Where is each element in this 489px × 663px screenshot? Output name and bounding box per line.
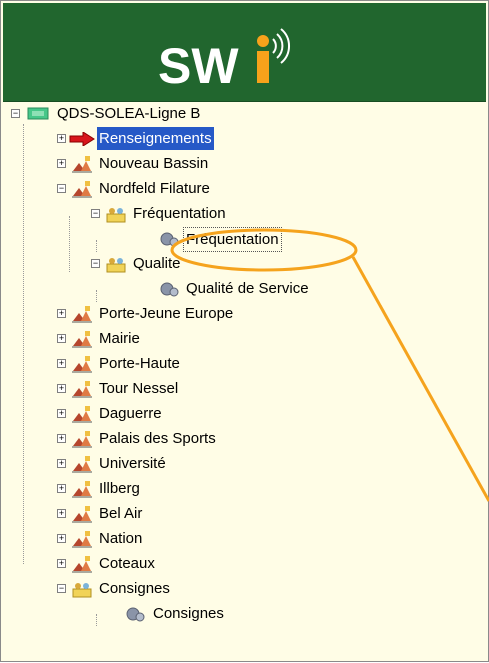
app-window: SW − QDS-SOLEA-Ligne B + Renseignements …: [0, 0, 489, 662]
annotation-callout: [170, 228, 489, 502]
